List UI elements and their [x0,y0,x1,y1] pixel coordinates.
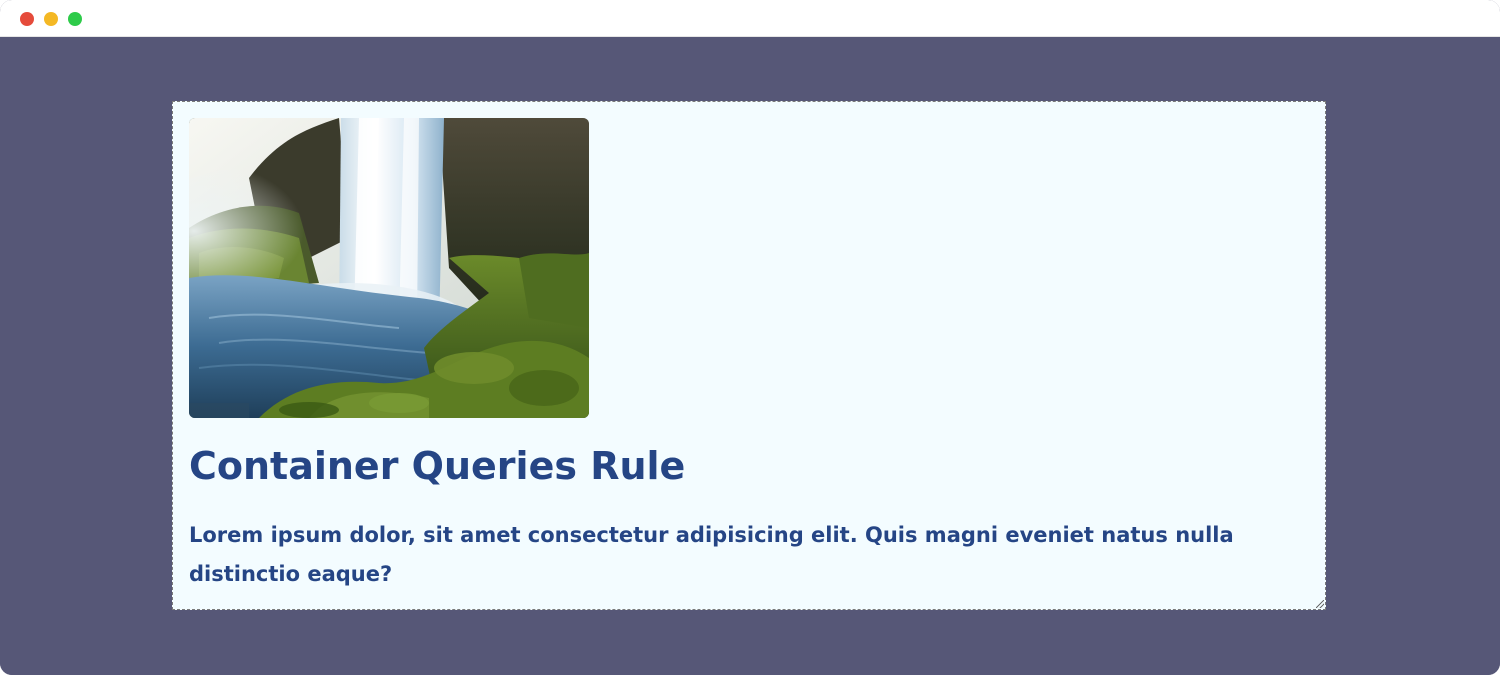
close-window-button[interactable] [20,12,34,26]
card-description: Lorem ipsum dolor, sit amet consectetur … [189,523,1234,586]
window-titlebar [0,0,1500,37]
card-title: Container Queries Rule [189,444,686,488]
minimize-window-button[interactable] [44,12,58,26]
page-viewport: Container Queries Rule Lorem ipsum dolor… [0,37,1500,675]
waterfall-image [189,118,589,418]
container-card: Container Queries Rule Lorem ipsum dolor… [172,101,1326,610]
resize-handle-icon[interactable] [1316,600,1324,608]
browser-window: Container Queries Rule Lorem ipsum dolor… [0,0,1500,675]
zoom-window-button[interactable] [68,12,82,26]
waterfall-photo [189,118,589,418]
